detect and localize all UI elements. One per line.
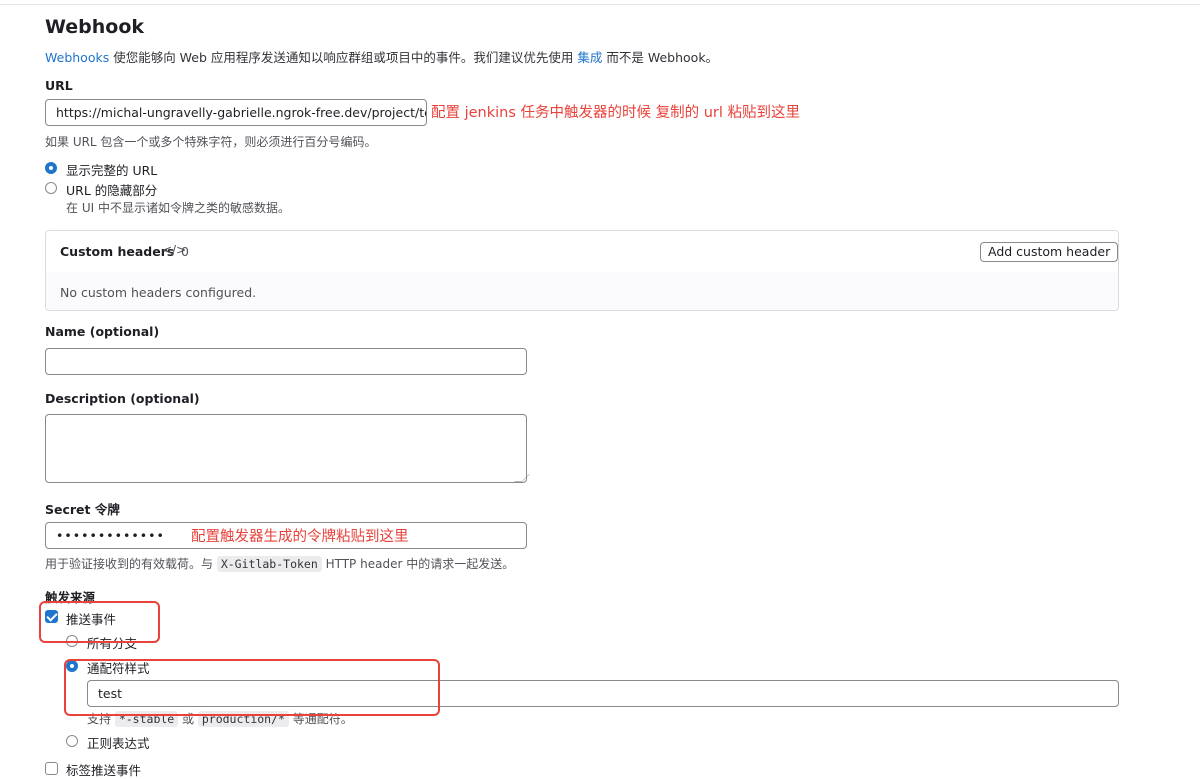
url-label: URL: [45, 78, 73, 93]
page-intro: Webhooks 使您能够向 Web 应用程序发送通知以响应群组或项目中的事件。…: [45, 50, 719, 65]
tag-push-checkbox[interactable]: [45, 762, 58, 775]
add-custom-header-button[interactable]: Add custom header: [980, 242, 1118, 262]
show-full-url-label: 显示完整的 URL: [66, 163, 158, 178]
name-input[interactable]: [45, 348, 527, 375]
secret-label: Secret 令牌: [45, 502, 120, 517]
secret-help: 用于验证接收到的有效载荷。与 X-Gitlab-Token HTTP heade…: [45, 556, 515, 572]
custom-headers-count: 0: [181, 244, 189, 259]
description-textarea[interactable]: [45, 414, 527, 483]
integrations-link[interactable]: 集成: [577, 50, 602, 65]
url-help: 如果 URL 包含一个或多个特殊字符，则必须进行百分号编码。: [45, 135, 377, 149]
page-title: Webhook: [45, 16, 145, 38]
mask-url-label: URL 的隐藏部分: [66, 183, 158, 198]
secret-annotation: 配置触发器生成的令牌粘贴到这里: [191, 529, 409, 545]
mask-url-help: 在 UI 中不显示诸如令牌之类的敏感数据。: [66, 201, 290, 215]
top-divider: [0, 4, 1200, 5]
name-label: Name (optional): [45, 324, 160, 339]
custom-headers-card: Custom headers </> 0 Add custom header N…: [45, 230, 1119, 311]
tag-push-label: 标签推送事件: [66, 763, 142, 778]
url-input[interactable]: https://michal-ungravelly-gabrielle.ngro…: [45, 99, 427, 126]
wildcard-highlight: [64, 659, 440, 716]
url-annotation: 配置 jenkins 任务中触发器的时候 复制的 url 粘贴到这里: [431, 105, 801, 121]
custom-headers-title: Custom headers: [60, 244, 175, 259]
regex-radio[interactable]: [66, 735, 78, 747]
header-name-code: X-Gitlab-Token: [216, 556, 322, 572]
regex-label: 正则表达式: [87, 736, 150, 751]
show-full-url-radio[interactable]: [45, 162, 57, 174]
push-events-highlight: [39, 601, 160, 643]
description-label: Description (optional): [45, 391, 200, 406]
mask-url-radio[interactable]: [45, 182, 57, 194]
custom-headers-body: No custom headers configured.: [46, 272, 1118, 310]
webhooks-docs-link[interactable]: Webhooks: [45, 50, 109, 65]
custom-headers-empty: No custom headers configured.: [60, 285, 257, 300]
custom-headers-header: Custom headers </> 0 Add custom header: [46, 231, 1118, 273]
